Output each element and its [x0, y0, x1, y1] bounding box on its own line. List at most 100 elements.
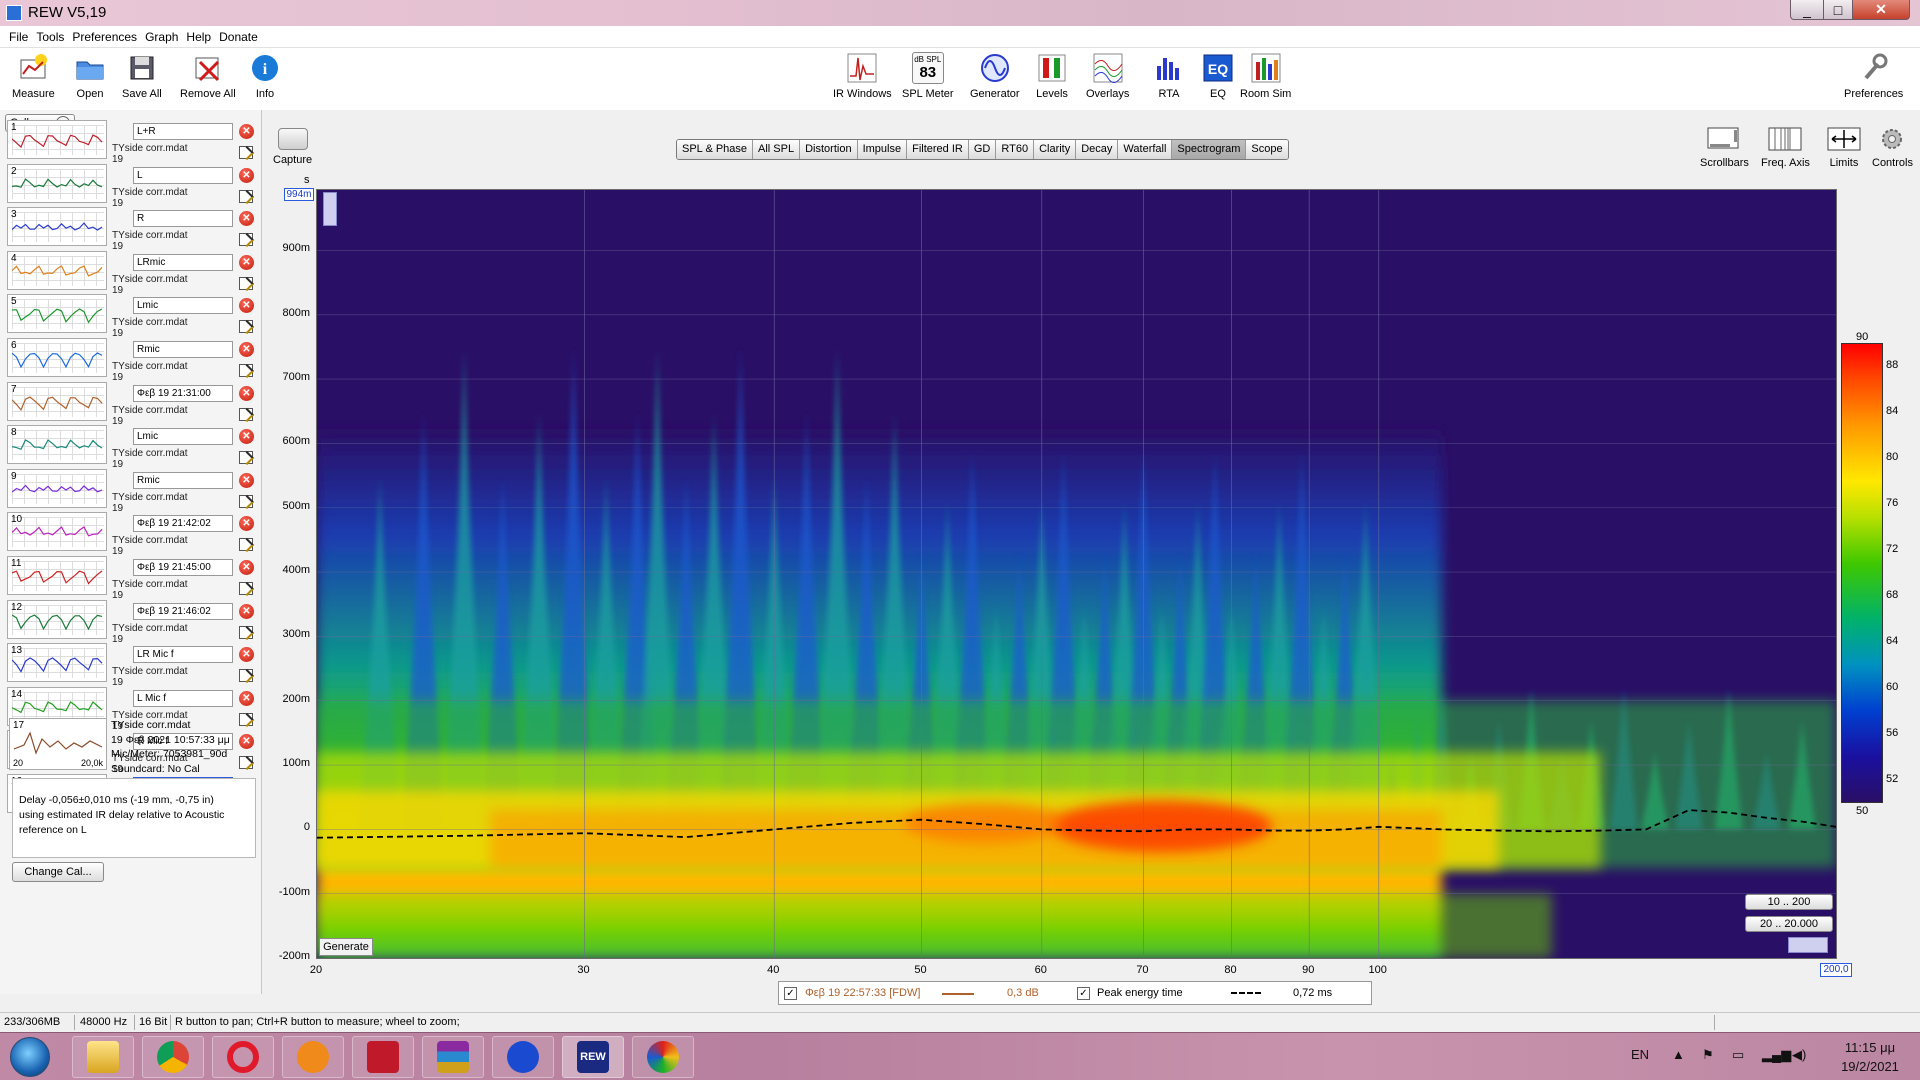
- tab-filtered-ir[interactable]: Filtered IR: [907, 140, 969, 159]
- measurement-row[interactable]: 8 Lmic ✕ TYside corr.mdat 19: [5, 423, 261, 470]
- overlays-button[interactable]: Overlays: [1086, 52, 1129, 100]
- measurement-row[interactable]: 11 Φεβ 19 21:45:00 ✕ TYside corr.mdat 19: [5, 554, 261, 601]
- delete-measurement-icon[interactable]: ✕: [239, 560, 254, 575]
- scrollbars-button[interactable]: Scrollbars: [1700, 126, 1749, 169]
- taskbar-explorer[interactable]: [72, 1036, 134, 1078]
- levels-button[interactable]: Levels: [1036, 52, 1068, 100]
- cal-edit-icon[interactable]: [239, 189, 253, 203]
- cal-edit-icon[interactable]: [239, 494, 253, 508]
- measurement-thumbnail[interactable]: 4: [7, 250, 107, 290]
- change-cal-button[interactable]: Change Cal...: [12, 862, 104, 882]
- cal-edit-icon[interactable]: [239, 669, 253, 683]
- generate-button[interactable]: Generate: [319, 938, 373, 956]
- tab-all-spl[interactable]: All SPL: [753, 140, 801, 159]
- tab-clarity[interactable]: Clarity: [1034, 140, 1077, 159]
- network-icon[interactable]: ▂▄▆: [1762, 1047, 1791, 1063]
- measurement-name-field[interactable]: LR Mic f: [133, 646, 233, 664]
- cal-edit-icon[interactable]: [239, 407, 253, 421]
- generator-button[interactable]: Generator: [970, 52, 1020, 100]
- x-max-field[interactable]: 200,0: [1820, 963, 1852, 977]
- cal-edit-icon[interactable]: [239, 451, 253, 465]
- delete-measurement-icon[interactable]: ✕: [239, 167, 254, 183]
- measurement-row[interactable]: 3 R ✕ TYside corr.mdat 19: [5, 205, 261, 252]
- x-zoom-control[interactable]: [1788, 937, 1828, 953]
- measurement-name-field[interactable]: L: [133, 166, 233, 184]
- menu-preferences[interactable]: Preferences: [72, 30, 137, 44]
- save-all-button[interactable]: Save All: [122, 52, 162, 100]
- measurement-thumbnail[interactable]: 12: [7, 599, 107, 639]
- taskbar-winrar[interactable]: [422, 1036, 484, 1078]
- measurement-name-field[interactable]: L Mic f: [133, 689, 233, 707]
- measurement-thumbnail[interactable]: 10: [7, 512, 107, 552]
- taskbar-opera[interactable]: [212, 1036, 274, 1078]
- measurement-row[interactable]: 6 Rmic ✕ TYside corr.mdat 19: [5, 336, 261, 383]
- maximize-button[interactable]: □: [1823, 0, 1853, 20]
- info-button[interactable]: i Info: [249, 52, 281, 100]
- tab-spl-phase[interactable]: SPL & Phase: [677, 140, 754, 159]
- tab-decay[interactable]: Decay: [1076, 140, 1119, 159]
- delete-measurement-icon[interactable]: ✕: [239, 690, 254, 706]
- cal-edit-icon[interactable]: [239, 320, 253, 334]
- range-10-200-button[interactable]: 10 .. 200: [1745, 894, 1833, 910]
- delete-measurement-icon[interactable]: ✕: [239, 647, 254, 663]
- tab-distortion[interactable]: Distortion: [800, 140, 858, 159]
- measurement-row[interactable]: 10 Φεβ 19 21:42:02 ✕ TYside corr.mdat 19: [5, 510, 261, 557]
- ir-windows-button[interactable]: IR Windows: [833, 52, 892, 100]
- delete-measurement-icon[interactable]: ✕: [239, 342, 254, 357]
- menu-donate[interactable]: Donate: [219, 30, 258, 44]
- controls-button[interactable]: Controls: [1872, 126, 1913, 169]
- measurement-name-field[interactable]: Rmic: [133, 341, 233, 358]
- delete-measurement-icon[interactable]: ✕: [239, 603, 254, 619]
- range-20-20000-button[interactable]: 20 .. 20.000: [1745, 916, 1833, 932]
- measurement-row[interactable]: 5 Lmic ✕ TYside corr.mdat 19: [5, 292, 261, 339]
- menu-graph[interactable]: Graph: [145, 30, 178, 44]
- measurement-thumbnail[interactable]: 2: [7, 163, 107, 203]
- cal-edit-icon[interactable]: [239, 625, 253, 639]
- measurement-name-field[interactable]: LRmic: [133, 253, 233, 271]
- open-button[interactable]: Open: [74, 52, 106, 100]
- measurement-name-field[interactable]: Rmic: [133, 471, 233, 489]
- tab-gd[interactable]: GD: [968, 140, 997, 159]
- cal-edit-icon[interactable]: [239, 146, 253, 159]
- y-max-field[interactable]: 994m: [284, 188, 314, 201]
- measurement-thumbnail[interactable]: 11: [7, 556, 107, 595]
- delete-measurement-icon[interactable]: ✕: [239, 124, 254, 139]
- tab-scope[interactable]: Scope: [1246, 140, 1288, 159]
- measurement-thumbnail[interactable]: 7: [7, 381, 107, 421]
- volume-icon[interactable]: ◀): [1792, 1047, 1806, 1063]
- spectrogram-plot[interactable]: [316, 189, 1837, 959]
- taskbar-app-red[interactable]: [352, 1036, 414, 1078]
- preferences-button[interactable]: Preferences: [1844, 52, 1903, 100]
- delete-measurement-icon[interactable]: ✕: [239, 211, 254, 227]
- measurement-row[interactable]: 9 Rmic ✕ TYside corr.mdat 19: [5, 467, 261, 514]
- delete-measurement-icon[interactable]: ✕: [239, 254, 254, 270]
- menu-help[interactable]: Help: [186, 30, 211, 44]
- limits-button[interactable]: Limits: [1826, 126, 1862, 169]
- cal-edit-icon[interactable]: [239, 276, 253, 290]
- menu-file[interactable]: File: [9, 30, 28, 44]
- clock[interactable]: 11:15 μμ 19/2/2021: [1830, 1038, 1910, 1076]
- tab-spectrogram[interactable]: Spectrogram: [1172, 140, 1247, 159]
- measurement-row[interactable]: 1 L+R ✕ TYside corr.mdat 19: [5, 118, 261, 165]
- measure-button[interactable]: Measure: [12, 52, 55, 100]
- measurement-row[interactable]: 12 Φεβ 19 21:46:02 ✕ TYside corr.mdat 19: [5, 598, 261, 645]
- delete-measurement-icon[interactable]: ✕: [239, 429, 254, 445]
- flag-icon[interactable]: ⚑: [1702, 1047, 1714, 1063]
- taskbar-paint[interactable]: [632, 1036, 694, 1078]
- cal-edit-icon[interactable]: [239, 364, 253, 377]
- y-zoom-control[interactable]: [323, 192, 337, 226]
- delete-measurement-icon[interactable]: ✕: [239, 472, 254, 488]
- start-button[interactable]: [10, 1037, 50, 1077]
- delete-measurement-icon[interactable]: ✕: [239, 516, 254, 532]
- measurement-name-field[interactable]: Φεβ 19 21:45:00: [133, 559, 233, 576]
- taskbar-browser[interactable]: [282, 1036, 344, 1078]
- measurement-thumbnail[interactable]: 13: [7, 643, 107, 683]
- room-sim-button[interactable]: Room Sim: [1240, 52, 1291, 100]
- delete-measurement-icon[interactable]: ✕: [239, 298, 254, 314]
- measurement-row[interactable]: 7 Φεβ 19 21:31:00 ✕ TYside corr.mdat 19: [5, 380, 261, 427]
- measurement-row[interactable]: 4 LRmic ✕ TYside corr.mdat 19: [5, 249, 261, 296]
- measurement-name-field[interactable]: L+R: [133, 123, 233, 140]
- measurement-visibility-checkbox[interactable]: ✓: [784, 987, 797, 1000]
- measurement-thumbnail[interactable]: 9: [7, 468, 107, 508]
- tab-waterfall[interactable]: Waterfall: [1118, 140, 1173, 159]
